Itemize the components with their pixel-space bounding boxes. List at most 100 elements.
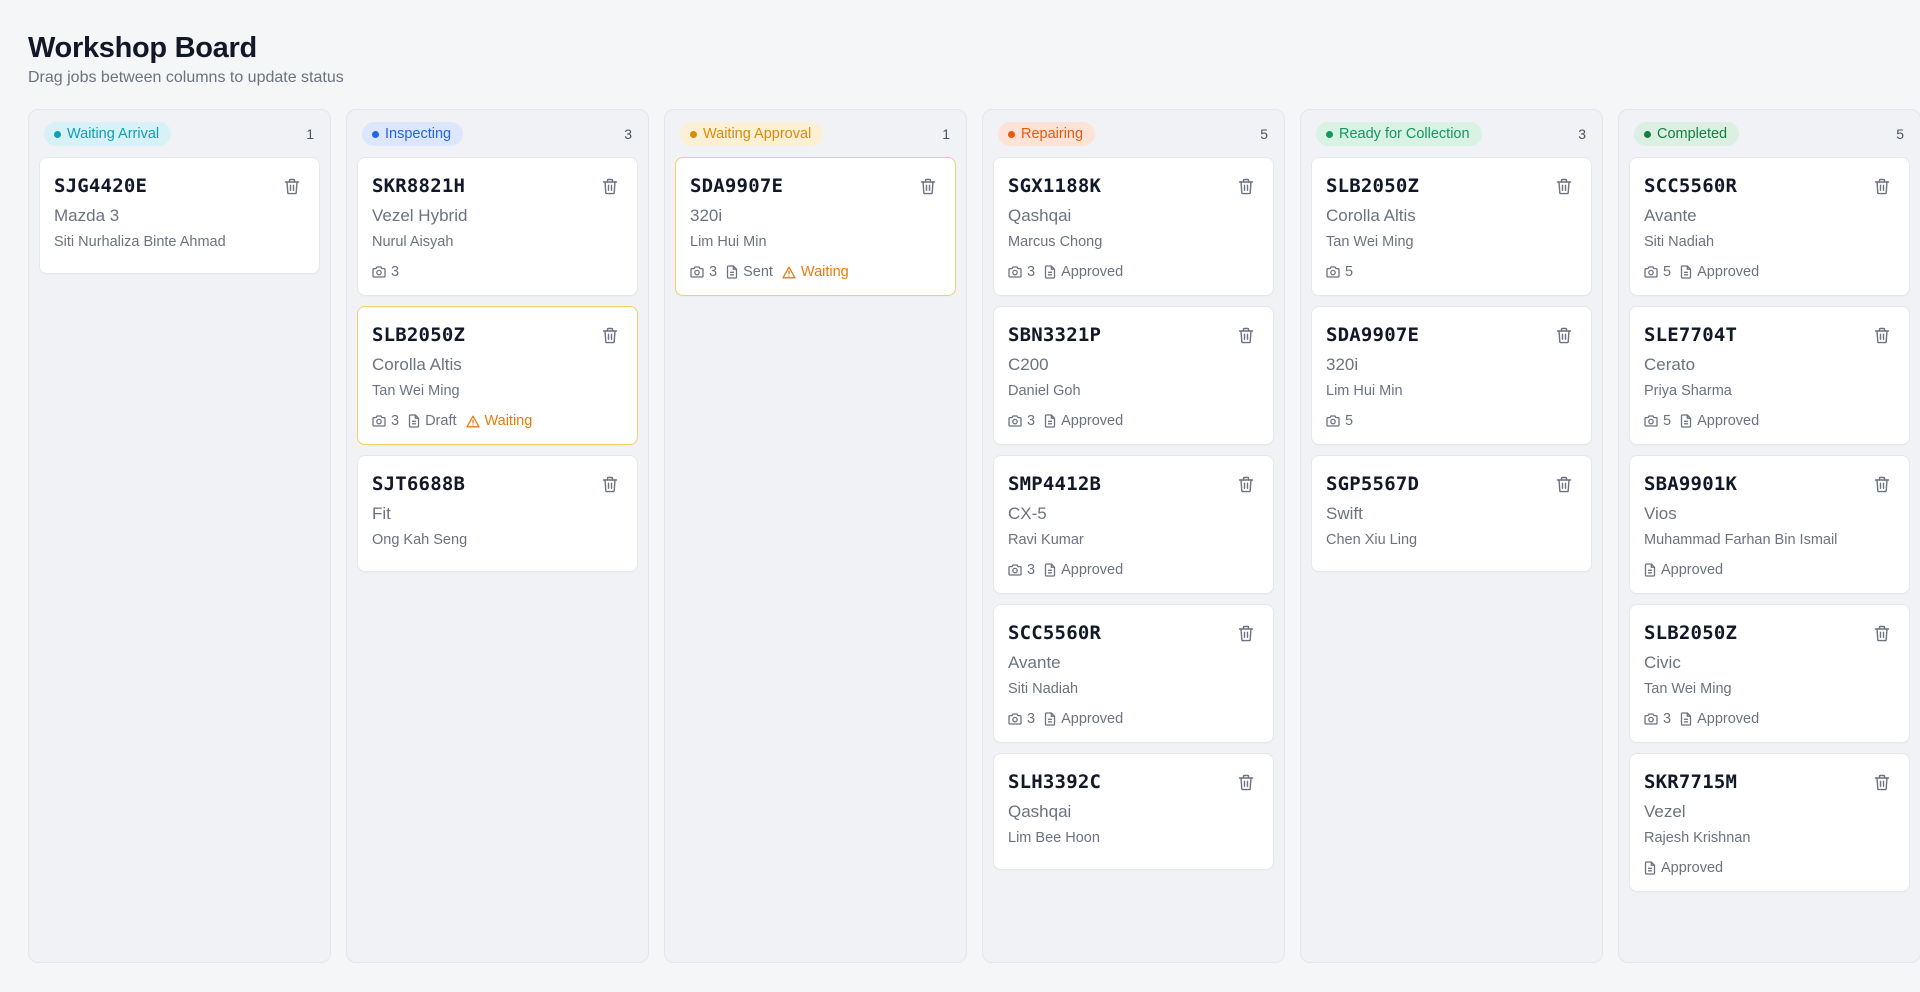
job-card[interactable]: SBA9901K Vios Muhammad Farhan Bin Ismail… bbox=[1629, 455, 1910, 594]
job-card[interactable]: SLH3392C Qashqai Lim Bee Hoon bbox=[993, 753, 1274, 870]
column-count: 1 bbox=[306, 126, 314, 142]
vehicle-plate: SBN3321P bbox=[1008, 324, 1102, 346]
job-card[interactable]: SMP4412B CX-5 Ravi Kumar 3 Approved bbox=[993, 455, 1274, 594]
document-icon bbox=[1044, 265, 1056, 279]
customer-name: Siti Nurhaliza Binte Ahmad bbox=[54, 234, 226, 250]
column-card-list: SLB2050Z Corolla Altis Tan Wei Ming 5 SD… bbox=[1311, 157, 1592, 572]
delete-job-button[interactable] bbox=[599, 473, 621, 495]
customer-name: Priya Sharma bbox=[1644, 383, 1732, 399]
document-icon bbox=[1680, 265, 1692, 279]
column-count: 3 bbox=[624, 126, 632, 142]
workshop-board-page: Workshop Board Drag jobs between columns… bbox=[0, 0, 1920, 992]
job-card[interactable]: SJT6688B Fit Ong Kah Seng bbox=[357, 455, 638, 572]
delete-job-button[interactable] bbox=[599, 175, 621, 197]
job-card[interactable]: SCC5560R Avante Siti Nadiah 5 Approved bbox=[1629, 157, 1910, 296]
delete-job-button[interactable] bbox=[1871, 175, 1893, 197]
column-card-list: SGX1188K Qashqai Marcus Chong 3 Approved … bbox=[993, 157, 1274, 870]
job-card[interactable]: SDA9907E 320i Lim Hui Min 3 Sent Waiting bbox=[675, 157, 956, 296]
delete-job-button[interactable] bbox=[917, 175, 939, 197]
column-status-pill: Repairing bbox=[998, 122, 1096, 146]
delete-job-button[interactable] bbox=[1235, 473, 1257, 495]
job-meta: 3 Approved bbox=[1008, 710, 1259, 728]
column-ready-for-collection[interactable]: Ready for Collection 3 SLB2050Z Corolla … bbox=[1300, 109, 1603, 963]
delete-job-button[interactable] bbox=[1235, 771, 1257, 793]
photo-count: 5 bbox=[1326, 413, 1353, 429]
delete-job-button[interactable] bbox=[1553, 473, 1575, 495]
camera-icon bbox=[372, 415, 386, 427]
job-card[interactable]: SLB2050Z Civic Tan Wei Ming 3 Approved bbox=[1629, 604, 1910, 743]
photo-count: 3 bbox=[1008, 711, 1035, 727]
quote-status: Approved bbox=[1680, 413, 1759, 429]
document-icon bbox=[1680, 712, 1692, 726]
delete-job-button[interactable] bbox=[1235, 175, 1257, 197]
quote-status-value: Approved bbox=[1061, 562, 1124, 578]
job-card[interactable]: SCC5560R Avante Siti Nadiah 3 Approved bbox=[993, 604, 1274, 743]
warning-triangle-icon bbox=[782, 266, 796, 278]
trash-icon bbox=[1238, 476, 1254, 492]
camera-icon bbox=[1644, 266, 1658, 278]
delete-job-button[interactable] bbox=[1553, 324, 1575, 346]
job-card[interactable]: SJG4420E Mazda 3 Siti Nurhaliza Binte Ah… bbox=[39, 157, 320, 274]
job-card[interactable]: SDA9907E 320i Lim Hui Min 5 bbox=[1311, 306, 1592, 445]
customer-name: Muhammad Farhan Bin Ismail bbox=[1644, 532, 1838, 548]
delete-job-button[interactable] bbox=[1871, 771, 1893, 793]
column-inspecting[interactable]: Inspecting 3 SKR8821H Vezel Hybrid Nurul… bbox=[346, 109, 649, 963]
quote-status-value: Approved bbox=[1697, 711, 1760, 727]
quote-status-value: Approved bbox=[1661, 562, 1724, 578]
column-waiting-approval[interactable]: Waiting Approval 1 SDA9907E 320i Lim Hui… bbox=[664, 109, 967, 963]
vehicle-plate: SKR8821H bbox=[372, 175, 466, 197]
delete-job-button[interactable] bbox=[599, 324, 621, 346]
job-card[interactable]: SKR7715M Vezel Rajesh Krishnan Approved bbox=[1629, 753, 1910, 892]
delete-job-button[interactable] bbox=[1871, 473, 1893, 495]
column-repairing[interactable]: Repairing 5 SGX1188K Qashqai Marcus Chon… bbox=[982, 109, 1285, 963]
job-card[interactable]: SLB2050Z Corolla Altis Tan Wei Ming 5 bbox=[1311, 157, 1592, 296]
column-header: Repairing 5 bbox=[993, 120, 1274, 148]
photo-count-value: 3 bbox=[1663, 711, 1672, 727]
delete-job-button[interactable] bbox=[1871, 622, 1893, 644]
column-status-pill: Waiting Approval bbox=[680, 122, 824, 146]
delete-job-button[interactable] bbox=[1871, 324, 1893, 346]
delete-job-button[interactable] bbox=[1553, 175, 1575, 197]
delete-job-button[interactable] bbox=[1235, 324, 1257, 346]
document-icon bbox=[1044, 712, 1056, 726]
quote-status: Approved bbox=[1044, 562, 1123, 578]
photo-count-value: 3 bbox=[391, 264, 400, 280]
trash-icon bbox=[920, 178, 936, 194]
kanban-board: Waiting Arrival 1 SJG4420E Mazda 3 Siti … bbox=[28, 109, 1920, 963]
delete-job-button[interactable] bbox=[1235, 622, 1257, 644]
customer-name: Nurul Aisyah bbox=[372, 234, 454, 250]
quote-status: Approved bbox=[1044, 413, 1123, 429]
job-card[interactable]: SGP5567D Swift Chen Xiu Ling bbox=[1311, 455, 1592, 572]
status-dot-icon bbox=[1326, 130, 1333, 138]
vehicle-model: Avante bbox=[1008, 653, 1061, 672]
delete-job-button[interactable] bbox=[281, 175, 303, 197]
customer-name: Siti Nadiah bbox=[1644, 234, 1715, 250]
column-status-pill: Ready for Collection bbox=[1316, 122, 1482, 146]
job-card[interactable]: SKR8821H Vezel Hybrid Nurul Aisyah 3 bbox=[357, 157, 638, 296]
job-card[interactable]: SLB2050Z Corolla Altis Tan Wei Ming 3 Dra… bbox=[357, 306, 638, 445]
camera-icon bbox=[1008, 415, 1022, 427]
vehicle-model: 320i bbox=[1326, 355, 1359, 374]
trash-icon bbox=[1556, 178, 1572, 194]
photo-count: 3 bbox=[1008, 264, 1035, 280]
job-card[interactable]: SBN3321P C200 Daniel Goh 3 Approved bbox=[993, 306, 1274, 445]
customer-name: Tan Wei Ming bbox=[1326, 234, 1414, 250]
photo-count: 3 bbox=[1008, 562, 1035, 578]
status-dot-icon bbox=[1644, 130, 1651, 138]
vehicle-plate: SMP4412B bbox=[1008, 473, 1102, 495]
job-card[interactable]: SLE7704T Cerato Priya Sharma 5 Approved bbox=[1629, 306, 1910, 445]
column-waiting-arrival[interactable]: Waiting Arrival 1 SJG4420E Mazda 3 Siti … bbox=[28, 109, 331, 963]
quote-status-value: Approved bbox=[1661, 860, 1724, 876]
quote-status: Draft bbox=[408, 413, 457, 429]
trash-icon bbox=[602, 178, 618, 194]
camera-icon bbox=[1644, 415, 1658, 427]
quote-status-value: Draft bbox=[425, 413, 457, 429]
job-meta: 3 bbox=[372, 263, 623, 281]
column-card-list: SJG4420E Mazda 3 Siti Nurhaliza Binte Ah… bbox=[39, 157, 320, 274]
column-completed[interactable]: Completed 5 SCC5560R Avante Siti Nadiah … bbox=[1618, 109, 1920, 963]
customer-name: Ong Kah Seng bbox=[372, 532, 468, 548]
job-meta: 5 bbox=[1326, 263, 1577, 281]
job-meta: 5 Approved bbox=[1644, 263, 1895, 281]
job-card[interactable]: SGX1188K Qashqai Marcus Chong 3 Approved bbox=[993, 157, 1274, 296]
vehicle-model: Vios bbox=[1644, 504, 1677, 523]
